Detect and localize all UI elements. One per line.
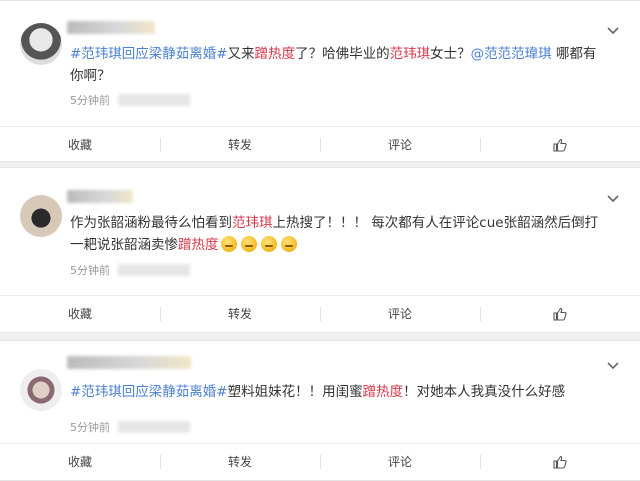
highlight-keyword: 蹭热度 [362,384,404,400]
text-segment: 了？哈佛毕业的 [295,46,390,62]
comment-button[interactable]: 评论 [320,444,480,479]
avatar[interactable] [20,23,62,65]
timestamp[interactable]: 5分钟前 [70,421,110,434]
post-meta: 5分钟前 [70,264,190,278]
thumbs-up-icon [553,299,567,335]
username-redacted[interactable] [67,190,133,203]
grimace-emoji-icon [220,236,237,252]
timestamp[interactable]: 5分钟前 [70,94,110,107]
collect-button[interactable]: 收藏 [0,444,160,479]
action-bar: 收藏 转发 评论 [0,443,640,479]
text-segment: 塑料姐妹花！！用闺蜜 [227,384,363,400]
timestamp[interactable]: 5分钟前 [70,264,110,277]
topic-link[interactable]: @范范范瑋琪 [471,46,552,62]
like-button[interactable] [480,296,640,331]
text-segment: 女士？ [430,46,471,62]
text-segment: ！对她本人我真没什么好感 [403,384,566,400]
post-card: #范玮琪回应梁静茹离婚#又来蹭热度了？哈佛毕业的范玮琪女士？@范范范瑋琪 哪都有… [0,0,640,162]
source-redacted [118,421,190,433]
highlight-keyword: 范玮琪 [389,46,431,62]
like-button[interactable] [480,127,640,162]
thumbs-up-icon [553,447,567,481]
post-text: #范玮琪回应梁静茹离婚#又来蹭热度了？哈佛毕业的范玮琪女士？@范范范瑋琪 哪都有… [70,43,605,87]
repost-button[interactable]: 转发 [160,296,320,331]
avatar[interactable] [20,369,62,411]
username-redacted[interactable] [67,356,191,369]
post-text: 作为张韶涵粉最待么怕看到范玮琪上热搜了！！！ 每次都有人在评论cue张韶涵然后倒… [70,212,605,256]
comment-button[interactable]: 评论 [320,296,480,331]
comment-button[interactable]: 评论 [320,127,480,162]
repost-button[interactable]: 转发 [160,127,320,162]
action-bar: 收藏 转发 评论 [0,295,640,331]
post-meta: 5分钟前 [70,94,190,108]
highlight-keyword: 范玮琪 [232,215,273,231]
chevron-down-icon[interactable] [606,192,620,206]
chevron-down-icon[interactable] [606,24,620,38]
grimace-emoji-icon [260,236,277,252]
avatar[interactable] [20,195,62,237]
username-redacted[interactable] [67,21,155,34]
post-text: #范玮琪回应梁静茹离婚#塑料姐妹花！！用闺蜜蹭热度！对她本人我真没什么好感 [70,381,605,403]
collect-button[interactable]: 收藏 [0,127,160,162]
highlight-keyword: 蹭热度 [254,46,296,62]
repost-button[interactable]: 转发 [160,444,320,479]
like-button[interactable] [480,444,640,479]
source-redacted [118,264,190,276]
source-redacted [118,94,190,106]
post-meta: 5分钟前 [70,421,190,435]
action-bar: 收藏 转发 评论 [0,126,640,162]
highlight-keyword: 蹭热度 [178,237,219,253]
post-card: #范玮琪回应梁静茹离婚#塑料姐妹花！！用闺蜜蹭热度！对她本人我真没什么好感 5分… [0,340,640,481]
collect-button[interactable]: 收藏 [0,296,160,331]
thumbs-up-icon [553,130,567,166]
text-segment: 又来 [227,46,255,62]
chevron-down-icon[interactable] [606,359,620,373]
grimace-emoji-icon [240,236,257,252]
topic-link[interactable]: #范玮琪回应梁静茹离婚# [70,384,228,400]
topic-link[interactable]: #范玮琪回应梁静茹离婚# [70,46,228,62]
post-card: 作为张韶涵粉最待么怕看到范玮琪上热搜了！！！ 每次都有人在评论cue张韶涵然后倒… [0,167,640,333]
text-segment: 作为张韶涵粉最待么怕看到 [70,215,232,231]
grimace-emoji-icon [280,236,297,252]
